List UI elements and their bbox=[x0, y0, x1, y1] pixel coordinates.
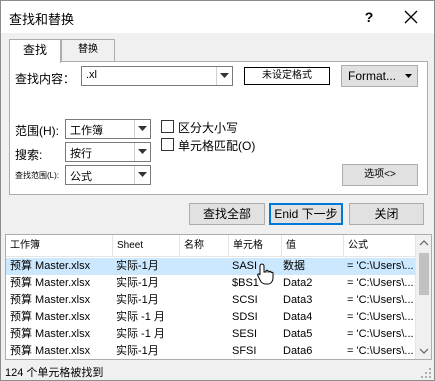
result-sheet: 实际-1月 bbox=[116, 260, 159, 272]
result-value: 数据 bbox=[283, 260, 305, 272]
find-replace-dialog: 查找和替换 ? 查找 替换 查找内容： .xl 未设定格式 Format... … bbox=[0, 0, 435, 381]
dropdown-arrow-icon bbox=[405, 74, 412, 78]
result-workbook: 预算 Master.xlsx bbox=[10, 260, 91, 272]
lookin-select[interactable]: 公式 bbox=[65, 165, 151, 185]
search-value: 按行 bbox=[70, 148, 92, 160]
close-icon[interactable] bbox=[400, 6, 422, 28]
result-workbook: 预算 Master.xlsx bbox=[10, 294, 91, 306]
result-cell: $BS1 bbox=[232, 277, 259, 289]
hand-cursor-icon bbox=[257, 263, 274, 285]
scroll-up-icon[interactable] bbox=[416, 235, 431, 251]
result-sheet: 实际-1月 bbox=[116, 345, 159, 357]
lookin-value: 公式 bbox=[70, 171, 92, 183]
result-sheet: 实际 -1 月 bbox=[116, 311, 165, 323]
results-list[interactable]: 工作簿 Sheet 名称 单元格 值 公式 预算 Master.xlsx 实际-… bbox=[5, 234, 432, 360]
result-workbook: 预算 Master.xlsx bbox=[10, 328, 91, 340]
result-sheet: 实际-1月 bbox=[116, 277, 159, 289]
chevron-down-icon[interactable] bbox=[216, 67, 232, 85]
find-all-button[interactable]: 查找全部 bbox=[189, 203, 265, 225]
lookin-label: 查找范围(L): bbox=[15, 171, 59, 180]
column-header-formula[interactable]: 公式 bbox=[344, 235, 417, 257]
result-formula: = 'C:\Users\... bbox=[347, 260, 414, 272]
result-value: Data2 bbox=[283, 277, 313, 289]
match-entire-checkbox[interactable] bbox=[161, 138, 174, 151]
result-workbook: 预算 Master.xlsx bbox=[10, 345, 91, 357]
results-header: 工作簿 Sheet 名称 单元格 值 公式 bbox=[6, 235, 417, 257]
result-cell: SASI bbox=[232, 260, 258, 272]
column-header-cell[interactable]: 单元格 bbox=[229, 235, 282, 257]
result-row[interactable]: 预算 Master.xlsx 实际 -1 月 SESI Data5 = 'C:\… bbox=[6, 326, 417, 343]
column-header-value[interactable]: 值 bbox=[282, 235, 344, 257]
result-formula: = 'C:\Users\... bbox=[347, 328, 414, 340]
title-bar: 查找和替换 ? bbox=[1, 1, 434, 33]
find-what-value: .xl bbox=[86, 69, 97, 81]
column-header-sheet[interactable]: Sheet bbox=[113, 235, 180, 257]
resize-grip-icon[interactable] bbox=[420, 367, 432, 379]
match-entire-label: 单元格匹配(O) bbox=[178, 139, 256, 153]
result-formula: = 'C:\Users\... bbox=[347, 311, 414, 323]
result-formula: = 'C:\Users\... bbox=[347, 345, 414, 357]
search-select[interactable]: 按行 bbox=[65, 142, 151, 162]
find-what-label: 查找内容： bbox=[15, 72, 76, 86]
result-formula: = 'C:\Users\... bbox=[347, 277, 414, 289]
chevron-down-icon[interactable] bbox=[134, 143, 150, 161]
result-value: Data6 bbox=[283, 345, 313, 357]
within-select[interactable]: 工作簿 bbox=[65, 119, 151, 139]
result-row[interactable]: 预算 Master.xlsx 实际-1月 SFSI Data6 = 'C:\Us… bbox=[6, 343, 417, 359]
close-button[interactable]: 关闭 bbox=[349, 203, 424, 225]
tab-find[interactable]: 查找 bbox=[9, 39, 61, 63]
format-button[interactable]: Format... bbox=[341, 65, 418, 87]
result-value: Data5 bbox=[283, 328, 313, 340]
tab-replace[interactable]: 替换 bbox=[61, 39, 115, 61]
result-formula: = 'C:\Users\... bbox=[347, 294, 414, 306]
column-header-workbook[interactable]: 工作簿 bbox=[6, 235, 113, 257]
chevron-down-icon[interactable] bbox=[134, 120, 150, 138]
result-sheet: 实际-1月 bbox=[116, 294, 159, 306]
results-scrollbar[interactable] bbox=[415, 235, 431, 359]
help-button[interactable]: ? bbox=[358, 6, 380, 28]
result-row[interactable]: 预算 Master.xlsx 实际-1月 SCSI Data3 = 'C:\Us… bbox=[6, 292, 417, 309]
result-cell: SFSI bbox=[232, 345, 257, 357]
result-cell: SCSI bbox=[232, 294, 258, 306]
status-bar: 124 个单元格被找到 bbox=[1, 361, 434, 380]
chevron-down-icon[interactable] bbox=[134, 166, 150, 184]
column-header-name[interactable]: 名称 bbox=[180, 235, 229, 257]
within-label: 范围(H): bbox=[15, 124, 59, 138]
result-value: Data4 bbox=[283, 311, 313, 323]
options-button[interactable]: 选项<> bbox=[342, 164, 418, 186]
status-text: 124 个单元格被找到 bbox=[5, 367, 104, 379]
result-cell: SESI bbox=[232, 328, 258, 340]
find-next-button[interactable]: Enid 下一步 bbox=[269, 203, 343, 225]
result-value: Data3 bbox=[283, 294, 313, 306]
dialog-title: 查找和替换 bbox=[9, 12, 75, 27]
search-label: 搜索: bbox=[15, 148, 43, 162]
result-row[interactable]: 预算 Master.xlsx 实际 -1 月 SDSI Data4 = 'C:\… bbox=[6, 309, 417, 326]
within-value: 工作簿 bbox=[70, 125, 103, 137]
result-workbook: 预算 Master.xlsx bbox=[10, 311, 91, 323]
scroll-down-icon[interactable] bbox=[416, 343, 431, 359]
result-workbook: 预算 Master.xlsx bbox=[10, 277, 91, 289]
result-sheet: 实际 -1 月 bbox=[116, 328, 165, 340]
result-row[interactable]: 预算 Master.xlsx 实际-1月 SASI 数据 = 'C:\Users… bbox=[6, 258, 417, 275]
find-what-input[interactable]: .xl bbox=[81, 66, 233, 86]
format-preview: 未设定格式 bbox=[244, 67, 330, 85]
result-row[interactable]: 预算 Master.xlsx 实际-1月 $BS1 Data2 = 'C:\Us… bbox=[6, 275, 417, 292]
match-case-checkbox[interactable] bbox=[161, 120, 174, 133]
match-case-label: 区分大小写 bbox=[178, 121, 239, 135]
scrollbar-thumb[interactable] bbox=[419, 253, 429, 295]
format-button-label: Format... bbox=[348, 69, 397, 83]
result-cell: SDSI bbox=[232, 311, 258, 323]
